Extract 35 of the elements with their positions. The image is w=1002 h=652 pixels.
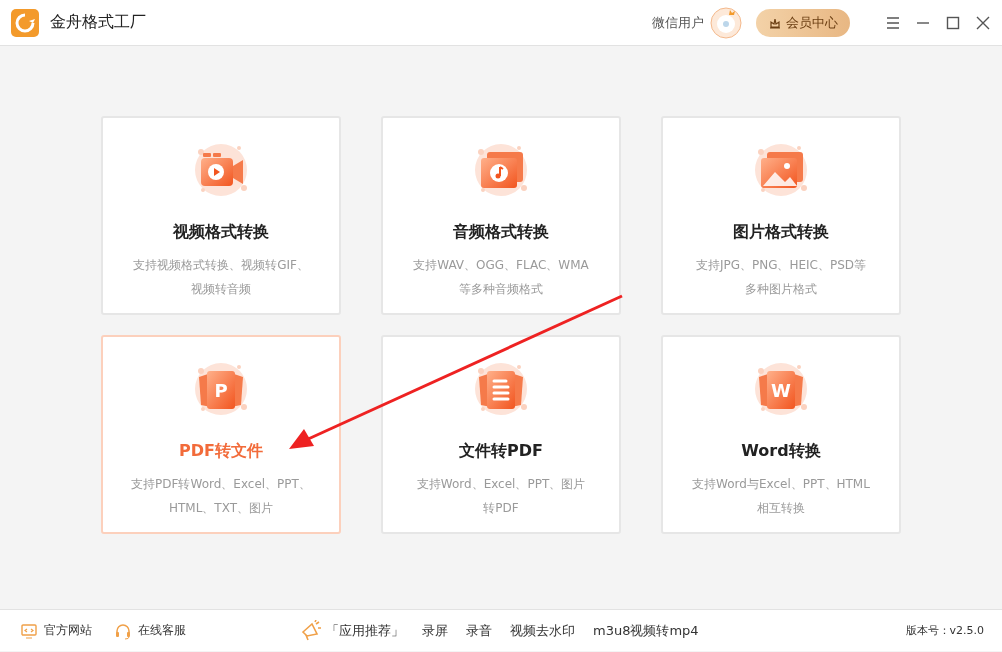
card-description: 支持Word、Excel、PPT、图片 转PDF [416, 475, 586, 517]
card-description: 支持视频格式转换、视频转GIF、 视频转音频 [133, 256, 309, 298]
card-title: 图片格式转换 [733, 221, 829, 243]
card-description: 支持JPG、PNG、HEIC、PSD等 多种图片格式 [695, 256, 867, 298]
app-link[interactable]: 录音 [466, 621, 492, 640]
menu-icon[interactable] [886, 15, 900, 30]
app-link[interactable]: 视频去水印 [510, 621, 575, 640]
user-name: 微信用户 [652, 13, 704, 32]
close-icon[interactable] [976, 15, 990, 30]
app-logo-icon [11, 8, 39, 37]
tool-card[interactable]: 图片格式转换 支持JPG、PNG、HEIC、PSD等 多种图片格式 [661, 115, 901, 315]
version-label: 版本号：v2.5.0 [905, 623, 984, 638]
card-description: 支持Word与Excel、PPT、HTML 相互转换 [692, 475, 870, 517]
tool-card[interactable]: 文件转PDF 支持Word、Excel、PPT、图片 转PDF [381, 334, 621, 534]
status-link[interactable]: 在线客服 [114, 621, 186, 640]
card-title: 文件转PDF [459, 440, 543, 462]
headset-icon [114, 621, 132, 640]
tool-card[interactable]: W Word转换 支持Word与Excel、PPT、HTML 相互转换 [661, 334, 901, 534]
tool-card[interactable]: 视频格式转换 支持视频格式转换、视频转GIF、 视频转音频 [101, 115, 341, 315]
maximize-icon[interactable] [946, 15, 960, 30]
app-link[interactable]: 录屏 [422, 621, 448, 640]
tool-card[interactable]: 音频格式转换 支持WAV、OGG、FLAC、WMA 等多种音频格式 [381, 115, 621, 315]
status-link[interactable]: 官方网站 [20, 621, 92, 640]
app-title: 金舟格式工厂 [50, 12, 147, 33]
recommend-label: 「应用推荐」 [326, 621, 404, 640]
card-description: 支持PDF转Word、Excel、PPT、 HTML、TXT、图片 [131, 475, 311, 517]
card-title: 音频格式转换 [453, 221, 549, 243]
monitor-icon [20, 621, 38, 640]
app-link[interactable]: m3u8视频转mp4 [593, 621, 699, 640]
vip-center-button[interactable]: 会员中心 [756, 8, 850, 37]
megaphone-icon [300, 619, 322, 642]
card-description: 支持WAV、OGG、FLAC、WMA 等多种音频格式 [413, 256, 589, 298]
card-title: Word转换 [741, 440, 821, 462]
card-title: PDF转文件 [179, 440, 263, 462]
card-title: 视频格式转换 [173, 221, 269, 243]
